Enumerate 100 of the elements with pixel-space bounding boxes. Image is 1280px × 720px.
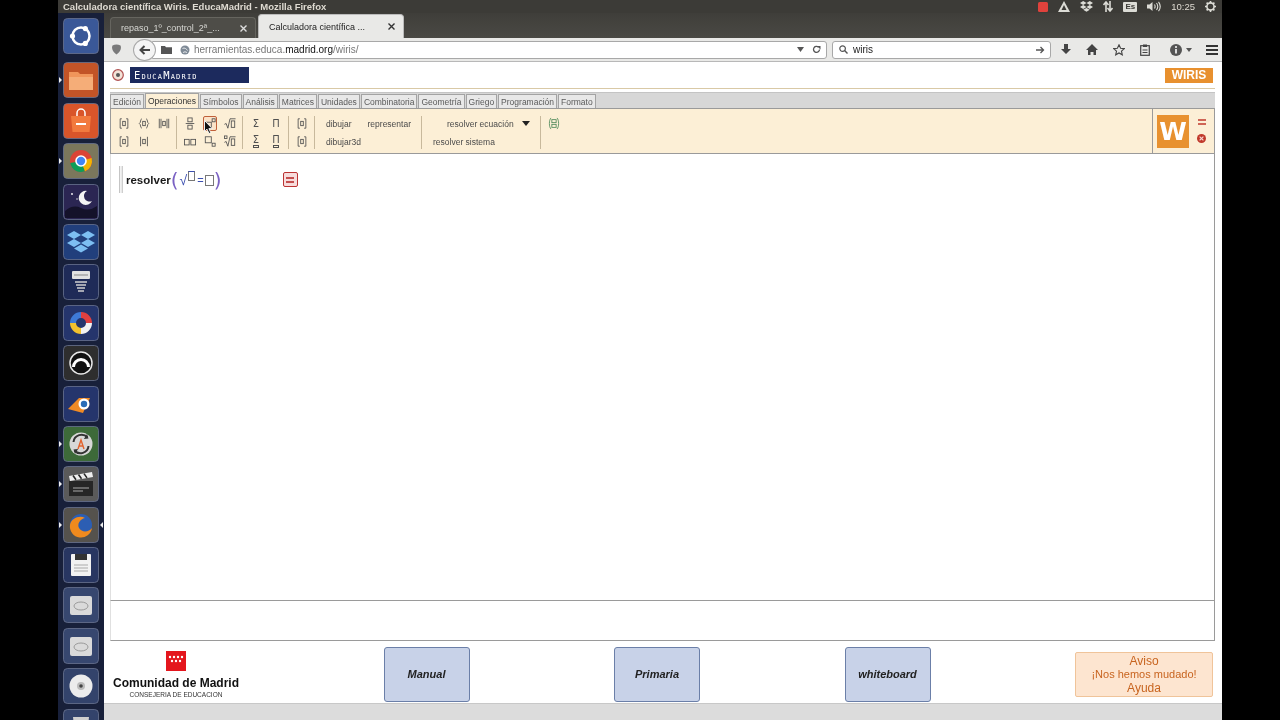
command-button[interactable]: dibujar bbox=[321, 116, 357, 131]
radical-sign: √ bbox=[179, 171, 188, 188]
square-indicator-icon[interactable] bbox=[1038, 1, 1049, 12]
keyboard-layout-indicator[interactable]: Es bbox=[1123, 1, 1138, 12]
command-button[interactable]: representar bbox=[362, 116, 416, 131]
menu-icon[interactable] bbox=[1206, 44, 1218, 55]
browser-tab[interactable]: repaso_1º_control_2ª_... bbox=[110, 17, 256, 38]
equals-sign: = bbox=[197, 173, 204, 186]
menu-tab[interactable]: Unidades bbox=[317, 94, 360, 108]
back-arrow-icon bbox=[138, 44, 151, 55]
open-box-icon[interactable] bbox=[1080, 1, 1094, 12]
square-root-button[interactable] bbox=[223, 116, 237, 131]
menu-tab[interactable]: Geometría bbox=[418, 94, 465, 108]
menu-tab[interactable]: Combinatoria bbox=[360, 94, 418, 108]
folder-icon[interactable] bbox=[161, 45, 172, 54]
sum-button[interactable]: Σ bbox=[249, 116, 263, 131]
double-bars-button[interactable] bbox=[157, 116, 171, 131]
scrollbar-track[interactable] bbox=[104, 703, 1222, 720]
emblem-icon bbox=[112, 69, 124, 81]
url-field[interactable]: herramientas.educa.madrid.org/wiris/ bbox=[152, 40, 827, 59]
subscript-button[interactable] bbox=[203, 134, 217, 149]
brackets-button[interactable] bbox=[117, 134, 131, 149]
home-icon[interactable] bbox=[1086, 44, 1098, 55]
refresh-arrows-icon[interactable] bbox=[63, 425, 99, 462]
nth-root-button[interactable] bbox=[223, 134, 237, 149]
triangle-icon[interactable] bbox=[1058, 1, 1071, 12]
product-limits-button[interactable]: Π bbox=[269, 134, 283, 149]
lamp-icon[interactable] bbox=[63, 264, 99, 301]
settings-icon[interactable] bbox=[1205, 1, 1216, 12]
back-button[interactable] bbox=[133, 38, 156, 61]
superscript-icon bbox=[204, 117, 216, 130]
pinwheel-icon[interactable] bbox=[63, 304, 99, 341]
command-button[interactable]: dibujar3d bbox=[321, 134, 366, 149]
brackets-button[interactable] bbox=[117, 116, 131, 131]
dropdown-caret-icon[interactable] bbox=[797, 47, 804, 52]
network-arrows-icon[interactable] bbox=[1103, 1, 1114, 12]
menu-tab[interactable]: Edición bbox=[110, 94, 144, 108]
menu-tab[interactable]: Símbolos bbox=[200, 94, 242, 108]
eye-logo-icon[interactable] bbox=[63, 385, 99, 422]
close-parenthesis: ) bbox=[213, 168, 222, 191]
link-button[interactable]: whiteboard bbox=[844, 646, 931, 702]
ring-logo-icon[interactable] bbox=[63, 143, 99, 180]
block-bar-icon bbox=[119, 166, 123, 193]
reload-icon[interactable] bbox=[812, 45, 821, 54]
organization-name: Comunidad de Madrid bbox=[113, 675, 239, 690]
subscript-icon bbox=[204, 135, 216, 148]
placeholder-field[interactable] bbox=[188, 170, 196, 181]
placeholder-field[interactable] bbox=[204, 175, 214, 186]
calculate-button[interactable] bbox=[282, 172, 298, 187]
notice-message: ¡Nos hemos mudado! bbox=[1091, 667, 1197, 681]
download-icon[interactable] bbox=[1061, 44, 1071, 55]
equals-icon bbox=[286, 176, 294, 183]
hard-drive-icon[interactable] bbox=[63, 627, 99, 664]
star-icon[interactable] bbox=[1113, 43, 1125, 56]
clapperboard-icon[interactable] bbox=[63, 466, 99, 503]
open-box-icon[interactable] bbox=[63, 223, 99, 260]
brackets-icon bbox=[296, 135, 308, 148]
menu-tab[interactable]: Formato bbox=[558, 94, 596, 108]
product-button[interactable]: Π bbox=[269, 116, 283, 131]
stacked-boxes-button[interactable] bbox=[546, 116, 561, 131]
night-sky-icon[interactable] bbox=[63, 183, 99, 220]
info-icon[interactable] bbox=[1170, 43, 1182, 56]
equals-icon[interactable] bbox=[1197, 119, 1206, 125]
folder-icon[interactable] bbox=[63, 62, 99, 99]
shield-icon[interactable] bbox=[111, 44, 122, 55]
brackets-button[interactable] bbox=[295, 116, 309, 131]
menu-tab[interactable]: Matrices bbox=[278, 94, 317, 108]
close-icon[interactable] bbox=[1197, 134, 1206, 143]
link-button[interactable]: Manual bbox=[383, 646, 470, 702]
bars-button[interactable] bbox=[137, 134, 151, 149]
menu-tab[interactable]: Análisis bbox=[242, 94, 278, 108]
caret-icon[interactable] bbox=[1186, 47, 1192, 52]
dropdown-button[interactable]: resolver ecuación bbox=[442, 116, 535, 131]
swirl-globe-icon[interactable] bbox=[63, 506, 99, 543]
menu-tab[interactable]: Operaciones bbox=[144, 93, 200, 108]
search-field[interactable]: wiris bbox=[832, 40, 1051, 59]
nth-root-icon bbox=[224, 135, 236, 148]
volume-icon[interactable] bbox=[1147, 1, 1162, 12]
menu-tab[interactable]: Programación bbox=[498, 94, 558, 108]
brackets-icon bbox=[296, 117, 308, 130]
brackets-button[interactable] bbox=[295, 134, 309, 149]
braces-button[interactable] bbox=[137, 116, 151, 131]
site-logo[interactable]: EducaMadrid bbox=[130, 67, 249, 83]
hard-drive-icon[interactable] bbox=[63, 587, 99, 624]
link-button[interactable]: Primaria bbox=[614, 646, 700, 702]
clock[interactable]: 10:25 bbox=[1171, 1, 1195, 12]
shopping-bag-icon[interactable] bbox=[63, 102, 99, 139]
browser-tab[interactable]: Calculadora científica ... bbox=[258, 14, 404, 38]
clipboard-icon[interactable] bbox=[1140, 43, 1150, 56]
menu-tab[interactable]: Griego bbox=[465, 94, 498, 108]
function-name: resolver bbox=[126, 173, 171, 186]
ubuntu-logo-icon[interactable] bbox=[63, 18, 99, 54]
close-icon[interactable] bbox=[388, 23, 395, 30]
sum-limits-button[interactable]: Σ bbox=[249, 134, 263, 149]
globe-icon[interactable] bbox=[180, 44, 190, 55]
arrow-right-icon[interactable] bbox=[1036, 45, 1045, 54]
command-button[interactable]: resolver sistema bbox=[428, 134, 500, 149]
brackets-icon bbox=[118, 117, 130, 130]
fraction-icon bbox=[184, 117, 196, 130]
fraction-button[interactable] bbox=[183, 116, 197, 131]
